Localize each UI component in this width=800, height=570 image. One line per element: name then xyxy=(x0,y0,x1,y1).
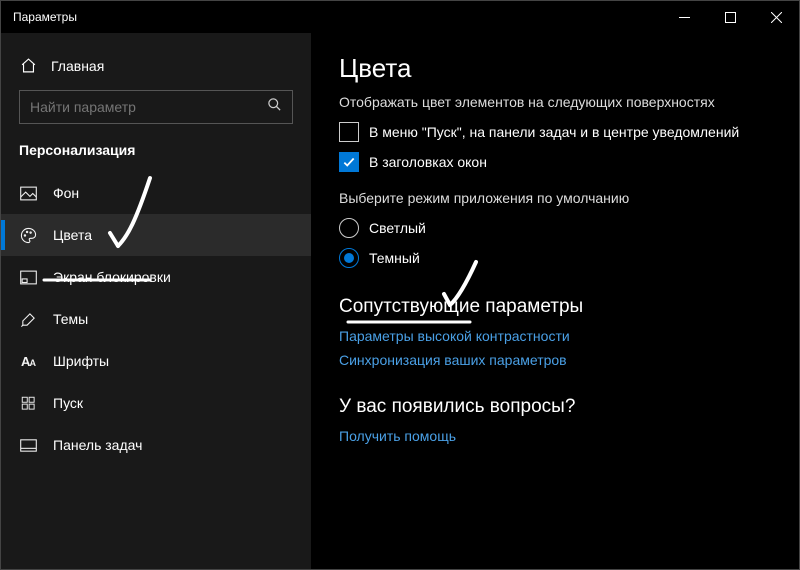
sidebar-item-label: Темы xyxy=(53,311,88,327)
close-button[interactable] xyxy=(753,1,799,33)
home-nav[interactable]: Главная xyxy=(1,51,311,90)
sidebar-item-colors[interactable]: Цвета xyxy=(1,214,311,256)
search-input[interactable] xyxy=(19,90,293,124)
sidebar-item-lockscreen[interactable]: Экран блокировки xyxy=(1,256,311,298)
checkbox-label: В меню "Пуск", на панели задач и в центр… xyxy=(369,124,739,140)
radio-icon xyxy=(339,218,359,238)
checkbox-start-taskbar[interactable]: В меню "Пуск", на панели задач и в центр… xyxy=(339,122,771,142)
accent-surfaces-heading: Отображать цвет элементов на следующих п… xyxy=(339,94,771,110)
sidebar-item-label: Экран блокировки xyxy=(53,269,171,285)
home-label: Главная xyxy=(51,58,104,74)
checkbox-label: В заголовках окон xyxy=(369,154,487,170)
checkbox-titlebars[interactable]: В заголовках окон xyxy=(339,152,771,172)
link-help[interactable]: Получить помощь xyxy=(339,428,771,444)
palette-icon xyxy=(19,227,37,244)
sidebar-item-background[interactable]: Фон xyxy=(1,172,311,214)
radio-icon xyxy=(339,248,359,268)
search-icon xyxy=(267,97,282,117)
section-title: Персонализация xyxy=(1,142,311,172)
sidebar-item-themes[interactable]: Темы xyxy=(1,298,311,340)
content-pane: Цвета Отображать цвет элементов на следу… xyxy=(311,33,799,569)
radio-label: Светлый xyxy=(369,220,426,236)
maximize-button[interactable] xyxy=(707,1,753,33)
sidebar-item-label: Пуск xyxy=(53,395,83,411)
home-icon xyxy=(19,57,37,74)
start-icon xyxy=(19,396,37,411)
related-heading: Сопутствующие параметры xyxy=(339,296,771,318)
sidebar-item-start[interactable]: Пуск xyxy=(1,382,311,424)
titlebar: Параметры xyxy=(1,1,799,33)
font-icon: AA xyxy=(19,354,37,369)
window-title: Параметры xyxy=(13,10,661,24)
sidebar-item-label: Фон xyxy=(53,185,79,201)
picture-icon xyxy=(19,186,37,201)
app-mode-heading: Выберите режим приложения по умолчанию xyxy=(339,190,771,206)
window-controls xyxy=(661,1,799,33)
search-field[interactable] xyxy=(30,99,267,115)
minimize-button[interactable] xyxy=(661,1,707,33)
radio-dark[interactable]: Темный xyxy=(339,248,771,268)
radio-label: Темный xyxy=(369,250,420,266)
taskbar-icon xyxy=(19,439,37,452)
link-sync[interactable]: Синхронизация ваших параметров xyxy=(339,352,771,368)
link-high-contrast[interactable]: Параметры высокой контрастности xyxy=(339,328,771,344)
checkbox-icon xyxy=(339,122,359,142)
page-title: Цвета xyxy=(339,53,771,84)
sidebar-item-taskbar[interactable]: Панель задач xyxy=(1,424,311,466)
sidebar-item-label: Шрифты xyxy=(53,353,109,369)
lockscreen-icon xyxy=(19,270,37,285)
sidebar-item-label: Панель задач xyxy=(53,437,142,453)
sidebar-item-fonts[interactable]: AA Шрифты xyxy=(1,340,311,382)
brush-icon xyxy=(19,311,37,328)
sidebar: Главная Персонализация Фон Цвета Экран б… xyxy=(1,33,311,569)
checkbox-icon xyxy=(339,152,359,172)
radio-light[interactable]: Светлый xyxy=(339,218,771,238)
settings-window: Параметры Главная Персонализация Фон xyxy=(0,0,800,570)
sidebar-item-label: Цвета xyxy=(53,227,92,243)
questions-heading: У вас появились вопросы? xyxy=(339,396,771,418)
